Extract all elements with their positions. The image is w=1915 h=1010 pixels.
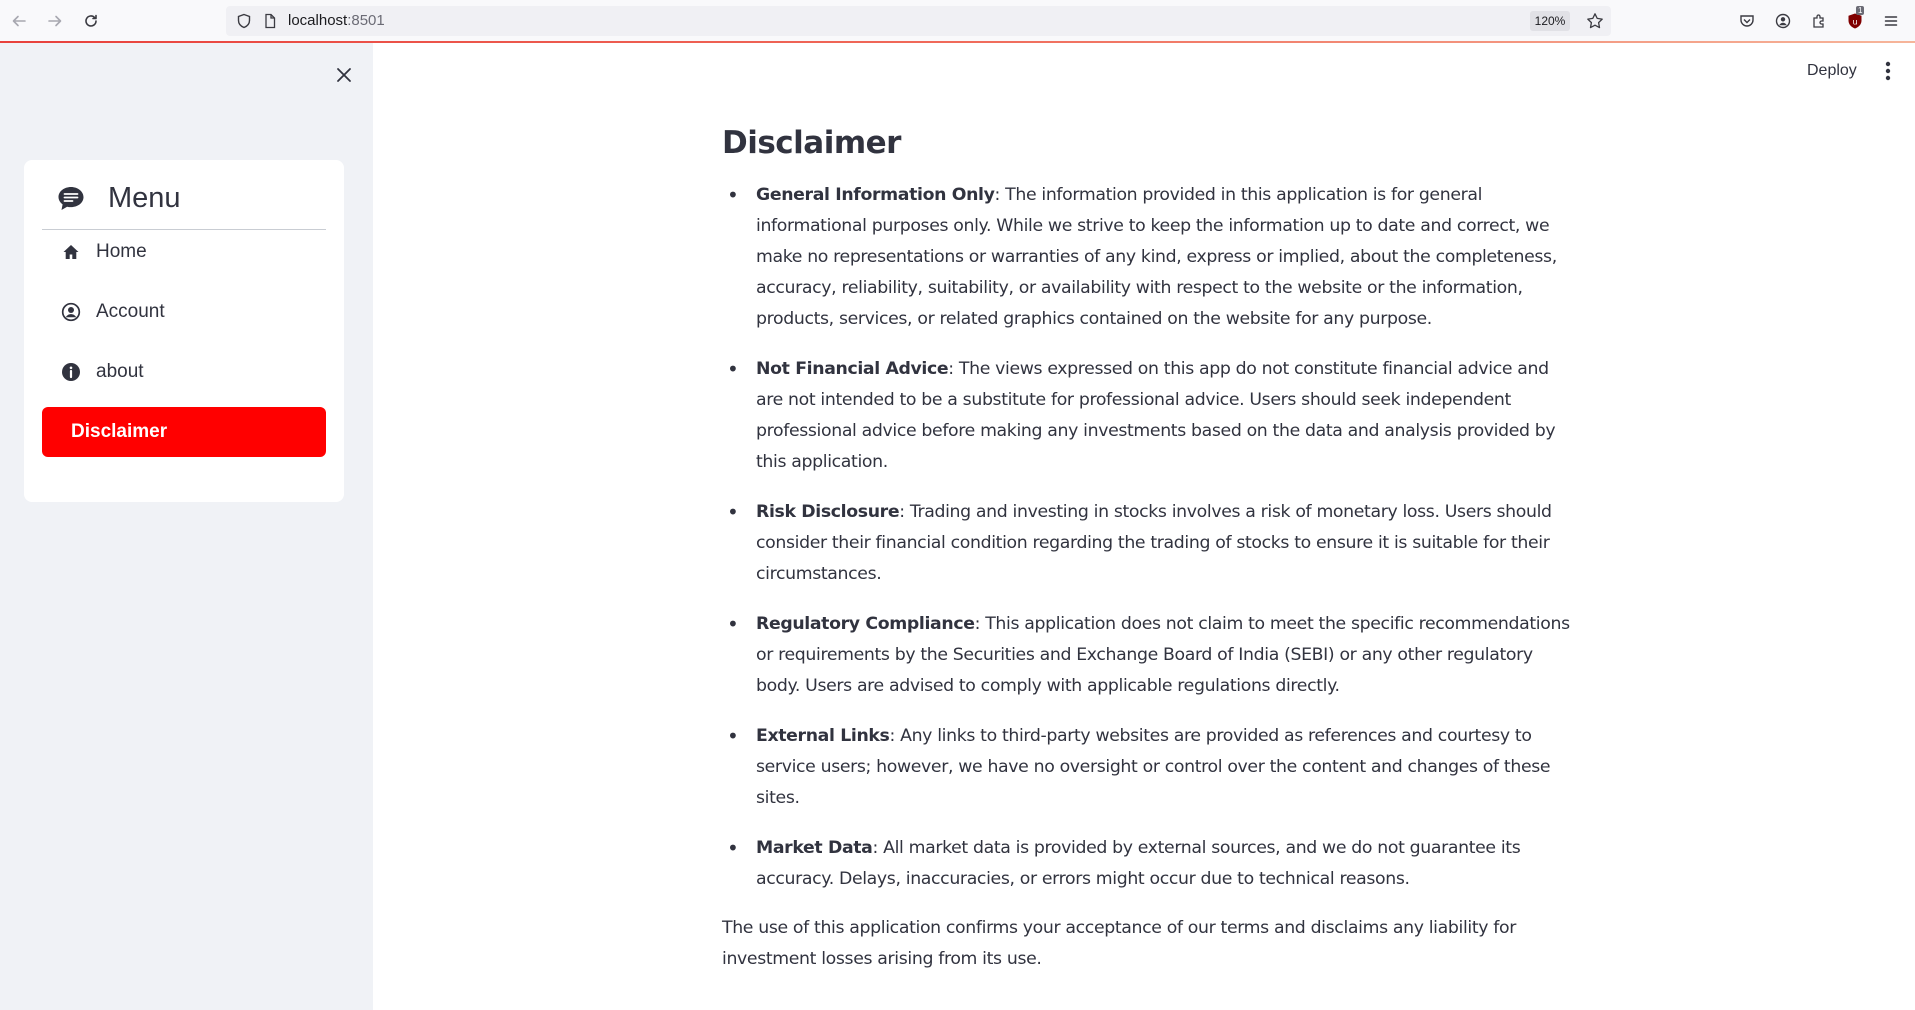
point-heading: Market Data: [756, 838, 873, 858]
sidebar-item-home[interactable]: Home: [42, 227, 326, 277]
chat-bubble-icon: [58, 187, 84, 210]
sidebar: Menu Home Account about Disclaimer: [0, 43, 373, 1010]
sidebar-item-label: Account: [96, 301, 165, 322]
reload-button[interactable]: [79, 9, 103, 33]
extension-badge-count: 1: [1856, 6, 1865, 15]
pocket-icon: [1740, 15, 1754, 27]
reload-icon: [85, 14, 97, 27]
hamburger-icon: [1884, 16, 1898, 26]
main-content: Disclaimer General Information Only: The…: [722, 118, 1572, 975]
zoom-level-badge[interactable]: 120%: [1530, 11, 1570, 31]
sidebar-item-label: Disclaimer: [71, 421, 168, 442]
list-item: General Information Only: The informatio…: [722, 180, 1572, 335]
point-text: : The information provided in this appli…: [756, 185, 1557, 329]
forward-button[interactable]: [43, 9, 67, 33]
arrow-right-icon: [48, 15, 62, 27]
sidebar-item-disclaimer[interactable]: Disclaimer: [42, 407, 326, 457]
option-menu: Menu Home Account about Disclaimer: [24, 160, 344, 502]
pocket-button[interactable]: [1735, 9, 1759, 33]
point-heading: Risk Disclosure: [756, 502, 900, 522]
svg-text:u: u: [1852, 18, 1857, 27]
puzzle-icon: [1813, 14, 1824, 28]
account-button[interactable]: [1771, 9, 1795, 33]
shield-icon: [237, 13, 251, 29]
url-text: localhost:8501: [288, 12, 385, 29]
close-icon: [337, 68, 351, 82]
house-icon: [60, 241, 82, 263]
closing-statement: The use of this application confirms you…: [722, 918, 1516, 969]
arrow-left-icon: [12, 15, 26, 27]
page-icon: [265, 13, 276, 29]
account-circle-icon: [1775, 13, 1791, 29]
point-heading: Regulatory Compliance: [756, 614, 975, 634]
list-item: External Links: Any links to third-party…: [722, 721, 1572, 814]
sidebar-item-label: Home: [96, 241, 147, 262]
extensions-button[interactable]: [1807, 9, 1831, 33]
point-heading: General Information Only: [756, 185, 995, 205]
page-title: Disclaimer: [722, 125, 901, 161]
person-circle-icon: [60, 301, 82, 323]
list-item: Not Financial Advice: The views expresse…: [722, 354, 1572, 478]
list-item: Market Data: All market data is provided…: [722, 833, 1572, 895]
sidebar-item-about[interactable]: about: [42, 347, 326, 397]
address-bar[interactable]: localhost:8501 120%: [226, 6, 1611, 36]
sidebar-item-label: about: [96, 361, 144, 382]
menu-title: Menu: [108, 182, 181, 214]
sidebar-item-account[interactable]: Account: [42, 287, 326, 337]
menu-header: Menu: [42, 180, 326, 230]
kebab-menu-icon: [1885, 61, 1891, 81]
point-heading: External Links: [756, 726, 890, 746]
main-menu-button[interactable]: [1876, 58, 1900, 84]
url-host: localhost: [288, 12, 348, 29]
close-sidebar-button[interactable]: [330, 61, 358, 89]
disclaimer-list: General Information Only: The informatio…: [722, 180, 1572, 895]
ublock-button[interactable]: u 1: [1843, 6, 1867, 33]
list-item: Regulatory Compliance: This application …: [722, 609, 1572, 702]
browser-toolbar: localhost:8501 120% u 1: [0, 0, 1915, 42]
point-heading: Not Financial Advice: [756, 359, 949, 379]
deploy-button[interactable]: Deploy: [1797, 56, 1867, 86]
list-item: Risk Disclosure: Trading and investing i…: [722, 497, 1572, 590]
info-circle-icon: [60, 361, 82, 383]
bookmark-star-icon[interactable]: [1586, 12, 1604, 30]
url-port: :8501: [347, 12, 385, 29]
back-button[interactable]: [7, 9, 31, 33]
app-menu-button[interactable]: [1879, 9, 1903, 33]
